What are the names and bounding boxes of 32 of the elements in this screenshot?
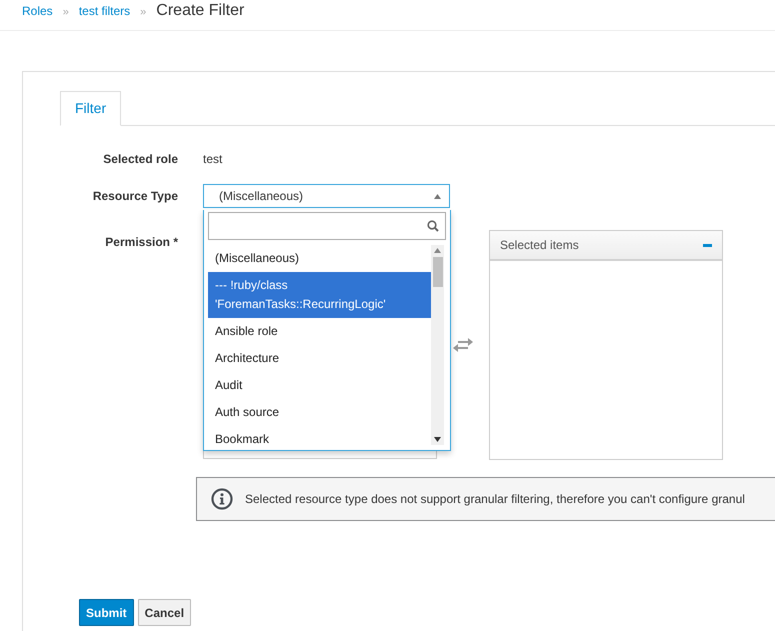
field-label: Resource Type: [92, 189, 178, 203]
list-title: Selected items: [500, 238, 579, 252]
breadcrumb-link[interactable]: test filters: [78, 4, 130, 18]
field-label: Permission *: [104, 235, 178, 249]
search-field[interactable]: [208, 212, 446, 240]
dropdown-option[interactable]: Auth source: [208, 399, 431, 426]
breadcrumb-separator: »: [62, 6, 69, 18]
dropdown-option[interactable]: Ansible role: [208, 318, 431, 345]
field-label: Selected role: [102, 152, 178, 166]
page-title: Create Filter: [156, 2, 244, 20]
filter-tab[interactable]: Filter: [60, 91, 122, 126]
dropdown-option[interactable]: (Miscellaneous): [208, 245, 431, 272]
info-icon: [211, 488, 233, 510]
search-icon: [427, 220, 439, 232]
caret-icon: [434, 194, 441, 198]
transfer-arrows-icon[interactable]: [452, 336, 474, 352]
scrollbar-thumb[interactable]: [432, 257, 442, 287]
scrollbar[interactable]: [431, 245, 444, 445]
dropdown-option[interactable]: Bookmark: [208, 426, 431, 445]
role-value: test: [203, 152, 222, 166]
dropdown-option[interactable]: Audit: [208, 372, 431, 399]
dropdown-option[interactable]: --- !ruby/class 'ForemanTasks::RecurringLogic': [208, 272, 431, 318]
submit-button[interactable]: Submit: [79, 599, 134, 626]
scroll-down-icon[interactable]: [434, 437, 441, 442]
breadcrumb-link[interactable]: Roles: [22, 4, 53, 18]
breadcrumb-separator: »: [140, 6, 146, 18]
resource-type-select[interactable]: (Miscellaneous): [203, 184, 450, 208]
dropdown-option[interactable]: Architecture: [208, 345, 431, 372]
alert-message: Selected resource type does not support granular filtering, therefore you can't configure granul: [245, 492, 745, 506]
cancel-button[interactable]: Cancel: [138, 599, 192, 626]
scroll-up-icon[interactable]: [434, 248, 441, 253]
minus-icon[interactable]: [703, 244, 712, 246]
